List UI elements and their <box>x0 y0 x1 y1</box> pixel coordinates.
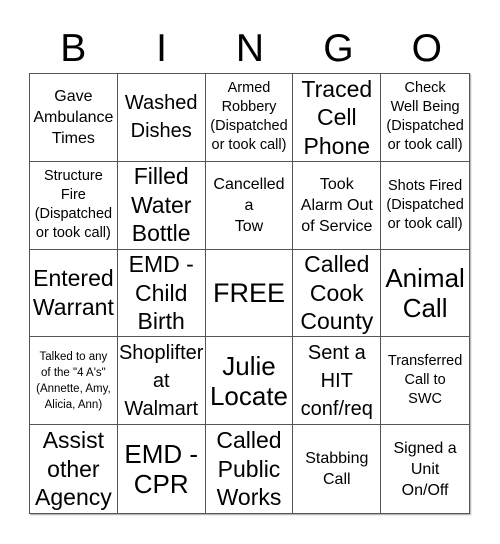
bingo-cell[interactable]: Transferred Call to SWC <box>381 337 469 426</box>
bingo-cell[interactable]: Shoplifter at Walmart <box>117 337 206 426</box>
bingo-cell-label: Check Well Being (Dispatched or took cal… <box>386 80 464 154</box>
header-letter-n: N <box>235 27 265 70</box>
header-letter-b: B <box>60 27 87 70</box>
bingo-cell-label: Filled Water Bottle <box>130 163 192 247</box>
bingo-cell-label: Shoplifter at Walmart <box>118 341 204 420</box>
bingo-cell[interactable]: Signed a Unit On/Off <box>381 425 469 513</box>
bingo-cell[interactable]: Talked to any of the "4 A's" (Annette, A… <box>30 337 118 426</box>
bingo-cell-label: Assist other Agency <box>35 427 112 511</box>
bingo-cell[interactable]: Filled Water Bottle <box>117 161 206 250</box>
bingo-cell[interactable]: Shots Fired (Dispatched or took call) <box>381 162 469 250</box>
bingo-cell-label: Julie Locate <box>209 350 289 411</box>
bingo-cell-label: EMD - CPR <box>124 439 199 500</box>
header-letter-o: O <box>411 27 442 70</box>
bingo-cell-free-space[interactable]: FREE <box>205 249 294 338</box>
bingo-cell-label: Shots Fired (Dispatched or took call) <box>386 177 464 232</box>
bingo-cell-label: Transferred Call to SWC <box>387 353 463 408</box>
bingo-cell[interactable]: Gave Ambulance Times <box>30 74 118 162</box>
bingo-cell-label: Armed Robbery (Dispatched or took call) <box>210 80 288 154</box>
bingo-cell-label: Called Public Works <box>216 427 282 511</box>
bingo-cell-label: Stabbing Call <box>305 450 369 489</box>
bingo-cell-label: FREE <box>212 277 285 308</box>
bingo-cell[interactable]: Structure Fire (Dispatched or took call) <box>30 161 118 250</box>
header-letter-g: G <box>323 27 354 70</box>
bingo-cell-label: Talked to any of the "4 A's" (Annette, A… <box>36 350 111 411</box>
bingo-cell[interactable]: Took Alarm Out of Service <box>293 161 382 250</box>
bingo-header: B I N G O <box>29 24 471 74</box>
bingo-cell[interactable]: EMD - Child Birth <box>117 249 206 338</box>
bingo-board: Gave Ambulance Times Washed Dishes Armed R… <box>29 73 470 514</box>
bingo-cell-label: EMD - Child Birth <box>128 251 194 335</box>
bingo-cell[interactable]: Assist other Agency <box>30 425 118 513</box>
bingo-cell[interactable]: Julie Locate <box>205 337 294 426</box>
bingo-cell-label: Structure Fire (Dispatched or took call) <box>34 168 113 242</box>
bingo-cell-label: Called Cook County <box>300 251 374 335</box>
bingo-cell-label: Took Alarm Out of Service <box>300 175 373 235</box>
header-letter-i: I <box>156 27 168 70</box>
bingo-cell[interactable]: Cancelled a Tow <box>205 161 294 250</box>
bingo-cell[interactable]: Sent a HIT conf/req <box>293 337 382 426</box>
bingo-cell-label: Sent a HIT conf/req <box>300 341 373 420</box>
bingo-cell-label: Entered Warrant <box>32 265 114 320</box>
bingo-cell[interactable]: EMD - CPR <box>118 425 206 513</box>
bingo-cell[interactable]: Stabbing Call <box>293 425 382 513</box>
bingo-cell[interactable]: Entered Warrant <box>30 249 118 338</box>
bingo-cell[interactable]: Animal Call <box>381 250 469 338</box>
bingo-cell[interactable]: Check Well Being (Dispatched or took cal… <box>381 74 469 162</box>
bingo-cell[interactable]: Called Public Works <box>206 425 294 513</box>
bingo-cell[interactable]: Called Cook County <box>293 249 382 338</box>
bingo-cell[interactable]: Armed Robbery (Dispatched or took call) <box>205 74 294 162</box>
bingo-cell-label: Washed Dishes <box>124 92 198 143</box>
bingo-cell[interactable]: Traced Cell Phone <box>293 74 382 162</box>
bingo-cell-label: Animal Call <box>385 262 465 323</box>
bingo-cell-label: Traced Cell Phone <box>301 75 373 159</box>
bingo-cell-label: Cancelled a Tow <box>213 175 285 235</box>
bingo-cell[interactable]: Washed Dishes <box>117 74 206 162</box>
bingo-cell-label: Signed a Unit On/Off <box>393 439 457 499</box>
bingo-cell-label: Gave Ambulance Times <box>33 87 114 147</box>
